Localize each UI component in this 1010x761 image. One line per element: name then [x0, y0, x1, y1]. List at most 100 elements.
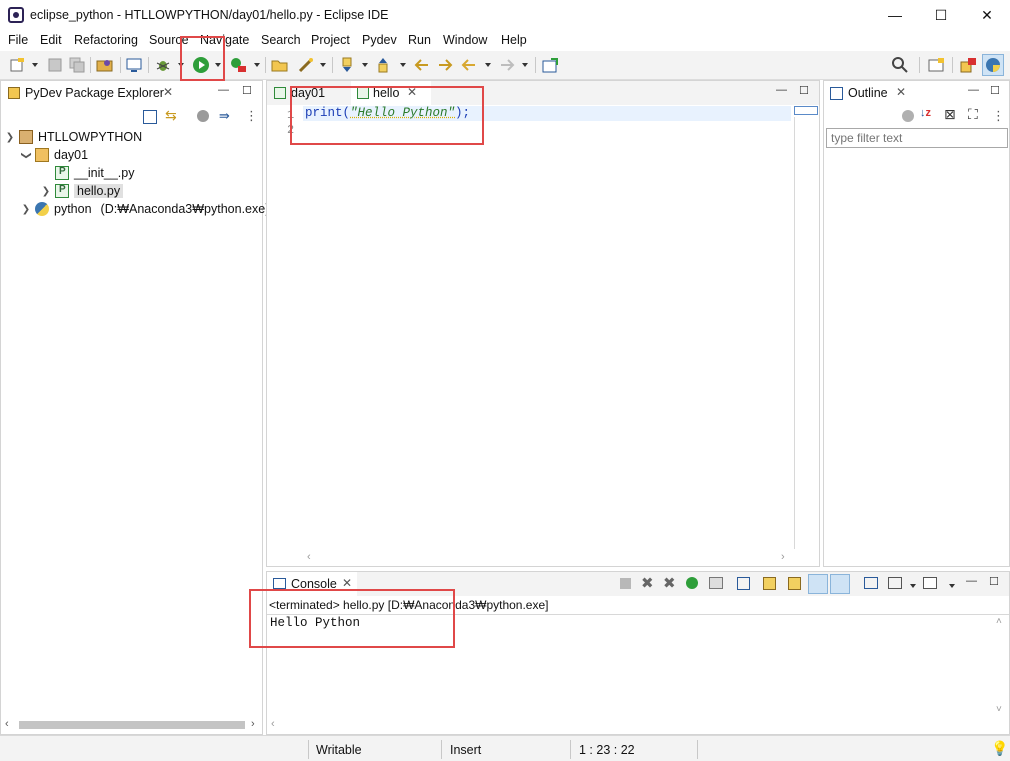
tree-project[interactable]: ❯ HTLLOWPYTHON — [5, 128, 142, 146]
explorer-close-icon[interactable]: ✕ — [163, 85, 173, 99]
menu-refactoring[interactable]: Refactoring — [74, 33, 138, 47]
pin-editor-icon[interactable] — [542, 56, 560, 74]
console-view-icon[interactable] — [125, 56, 143, 74]
explorer-hscrollbar[interactable]: ‹ › — [5, 718, 260, 732]
chevron-right-icon[interactable]: ❯ — [41, 186, 51, 197]
menu-source[interactable]: Source — [149, 33, 189, 47]
filters-icon[interactable] — [197, 110, 209, 122]
debug-dropdown-icon[interactable] — [178, 63, 184, 67]
explorer-title[interactable]: PyDev Package Explorer — [25, 86, 164, 100]
tab-console[interactable]: Console ✕ — [267, 572, 357, 597]
collapse-icon[interactable]: ⊠ — [944, 106, 956, 123]
clear-console-icon[interactable] — [737, 577, 750, 590]
sort-az-icon[interactable]: ↓z — [920, 107, 931, 119]
tree-file-init[interactable]: __init__.py — [41, 164, 134, 182]
new-console-dropdown-icon[interactable] — [949, 584, 955, 588]
external-tools-icon[interactable] — [229, 56, 247, 74]
collapse-all-icon[interactable] — [143, 110, 157, 124]
tab-close-icon[interactable]: ✕ — [407, 85, 417, 99]
last-edit-icon[interactable] — [413, 56, 431, 74]
next-annotation-dropdown-icon[interactable] — [362, 63, 368, 67]
outline-minimize-icon[interactable]: — — [968, 84, 979, 96]
run-dropdown-icon[interactable] — [215, 63, 221, 67]
prev-annotation-dropdown-icon[interactable] — [400, 63, 406, 67]
show-on-stdout-icon[interactable] — [808, 574, 828, 594]
menu-help[interactable]: Help — [501, 33, 527, 47]
outline-title[interactable]: Outline — [848, 86, 888, 100]
forward-edit-icon[interactable] — [436, 56, 454, 74]
tab-hello[interactable]: hello ✕ — [351, 81, 431, 106]
chevron-down-icon[interactable]: ❯ — [21, 150, 32, 160]
java-perspective-icon[interactable] — [960, 56, 978, 74]
view-menu-icon[interactable]: ⋮ — [245, 108, 258, 124]
open-perspective-icon[interactable] — [928, 56, 946, 74]
remove-launch-icon[interactable]: ✖ — [641, 574, 654, 592]
maximize-button[interactable]: ☐ — [918, 0, 964, 30]
outline-maximize-icon[interactable]: ☐ — [990, 84, 1000, 97]
wizard-dropdown-icon[interactable] — [320, 63, 326, 67]
link-editor-icon[interactable]: ⇆ — [165, 107, 177, 124]
menu-pydev[interactable]: Pydev — [362, 33, 397, 47]
forward-icon[interactable] — [498, 56, 516, 74]
chevron-down-icon[interactable]: ❯ — [5, 132, 15, 143]
open-console-icon[interactable] — [864, 577, 878, 589]
tree-package-day01[interactable]: ❯ day01 — [21, 146, 88, 164]
forward-dropdown-icon[interactable] — [522, 63, 528, 67]
menu-edit[interactable]: Edit — [40, 33, 62, 47]
scroll-thumb[interactable] — [19, 721, 245, 729]
remove-all-icon[interactable]: ✖ — [663, 574, 676, 592]
run-icon[interactable] — [192, 56, 210, 74]
menu-navigate[interactable]: Navigate — [200, 33, 249, 47]
new-wizard-icon[interactable] — [297, 56, 315, 74]
debug-icon[interactable] — [154, 56, 172, 74]
filter-icon[interactable] — [902, 110, 914, 122]
prev-annotation-icon[interactable] — [374, 56, 392, 74]
minimize-button[interactable]: — — [872, 0, 918, 30]
scroll-right-icon[interactable]: › — [251, 718, 255, 730]
lightbulb-icon[interactable]: 💡 — [991, 740, 1008, 757]
back-icon[interactable] — [460, 56, 478, 74]
pydev-perspective-icon[interactable] — [982, 54, 1004, 76]
console-vscrollbar[interactable]: ˄ ˅ — [994, 616, 1008, 716]
pin-console-icon[interactable] — [709, 577, 723, 589]
console-hscrollbar[interactable]: ‹ — [269, 718, 991, 732]
expand-icon[interactable]: ⛶ — [968, 106, 978, 123]
explorer-minimize-icon[interactable]: — — [218, 84, 229, 96]
explorer-maximize-icon[interactable]: ☐ — [242, 84, 252, 97]
outline-close-icon[interactable]: ✕ — [896, 85, 906, 99]
tree-interpreter[interactable]: ❯ python (D:₩Anaconda3₩python.exe) — [21, 200, 269, 218]
menu-file[interactable]: File — [8, 33, 28, 47]
show-on-stderr-icon[interactable] — [830, 574, 850, 594]
display-console-icon[interactable] — [888, 577, 902, 589]
back-dropdown-icon[interactable] — [485, 63, 491, 67]
open-folder-icon[interactable] — [271, 56, 289, 74]
save-all-icon[interactable] — [68, 56, 86, 74]
tree-file-hello[interactable]: ❯ hello.py — [41, 182, 124, 200]
save-icon[interactable] — [46, 56, 64, 74]
editor-maximize-icon[interactable]: ☐ — [799, 84, 809, 97]
word-wrap-icon[interactable] — [788, 577, 801, 590]
console-maximize-icon[interactable]: ☐ — [989, 575, 999, 588]
code-line-1[interactable]: print("Hello Python"); — [305, 106, 470, 120]
editor-hscrollbar[interactable]: ‹ › — [303, 551, 791, 565]
editor-minimize-icon[interactable]: — — [776, 84, 787, 96]
menu-search[interactable]: Search — [261, 33, 301, 47]
scroll-lock-icon[interactable] — [763, 577, 776, 590]
relaunch-icon[interactable] — [686, 577, 698, 589]
search-icon[interactable] — [891, 56, 909, 74]
outline-filter-input[interactable] — [826, 128, 1008, 148]
console-minimize-icon[interactable]: — — [966, 575, 977, 587]
display-console-dropdown-icon[interactable] — [910, 584, 916, 588]
scroll-left-icon[interactable]: ‹ — [271, 718, 275, 730]
menu-run[interactable]: Run — [408, 33, 431, 47]
overview-ruler-marker[interactable] — [794, 106, 818, 115]
view-menu-icon[interactable]: ⋮ — [992, 108, 1005, 124]
scroll-left-icon[interactable]: ‹ — [307, 551, 311, 563]
scroll-left-icon[interactable]: ‹ — [5, 718, 9, 730]
external-tools-dropdown-icon[interactable] — [254, 63, 260, 67]
new-console-icon[interactable] — [923, 577, 937, 589]
new-icon[interactable] — [8, 56, 26, 74]
open-project-icon[interactable] — [96, 56, 114, 74]
scroll-down-icon[interactable]: ˅ — [996, 704, 1002, 715]
menu-project[interactable]: Project — [311, 33, 350, 47]
